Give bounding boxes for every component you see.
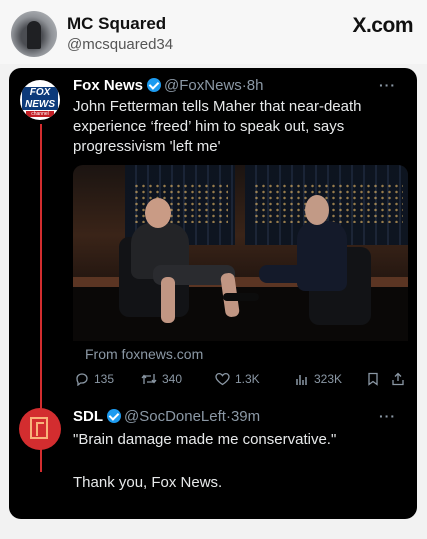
sdl-logo-icon (30, 417, 48, 439)
fox-news-avatar[interactable]: FOX NEWS channel (20, 80, 60, 120)
retweet-icon (141, 374, 157, 384)
site-label: X.com (352, 14, 413, 37)
reply-header: SDL @SocDoneLeft·39m ··· (73, 408, 408, 428)
reply-icon (76, 373, 88, 386)
author-handle[interactable]: @mcsquared34 (67, 36, 173, 53)
bookmark-icon (368, 372, 378, 386)
author-avatar[interactable] (11, 11, 57, 57)
tweet-media-image[interactable] (73, 165, 408, 341)
tweet-time[interactable]: 8h (247, 77, 264, 94)
verified-icon (147, 78, 162, 92)
like-count: 1.3K (235, 372, 260, 386)
reply-time[interactable]: 39m (231, 408, 260, 425)
post-header: MC Squared @mcsquared34 X.com (0, 0, 427, 64)
tweet-author-handle[interactable]: @FoxNews (164, 77, 242, 94)
more-icon[interactable]: ··· (379, 408, 396, 424)
tweet-text: John Fetterman tells Maher that near-dea… (73, 98, 362, 155)
tweet-header: Fox News @FoxNews·8h ··· (73, 77, 408, 97)
fox-logo-text: FOX (22, 87, 58, 99)
tweet-thread-card: FOX NEWS channel Fox News @FoxNews·8h ···… (9, 68, 417, 519)
news-logo-text: NEWS (22, 99, 58, 110)
tweet-author-name[interactable]: Fox News (73, 77, 143, 94)
reply-author-name[interactable]: SDL (73, 408, 103, 425)
like-icon (215, 372, 230, 386)
retweet-count: 340 (162, 372, 183, 386)
like-button[interactable]: 1.3K (215, 368, 260, 390)
views-icon (296, 375, 307, 385)
reply-text-line2: Thank you, Fox News. (73, 474, 223, 491)
sdl-avatar[interactable] (19, 408, 61, 450)
reply-author-handle[interactable]: @SocDoneLeft (124, 408, 226, 425)
retweet-button[interactable]: 340 (141, 368, 182, 390)
reply-button[interactable]: 135 (75, 368, 114, 390)
reply-text-line1: "Brain damage made me conservative." (73, 431, 337, 448)
share-icon (392, 372, 404, 386)
link-source[interactable]: From foxnews.com (73, 341, 408, 371)
verified-icon (107, 409, 121, 423)
more-icon[interactable]: ··· (379, 77, 396, 93)
tweet-actions: 135 340 1.3K 323K (73, 368, 408, 390)
views-button[interactable]: 323K (295, 368, 342, 390)
channel-logo-text: channel (26, 111, 54, 117)
reply-count: 135 (94, 372, 115, 386)
author-name[interactable]: MC Squared (67, 14, 166, 34)
views-count: 323K (314, 372, 343, 386)
share-button[interactable] (391, 368, 405, 390)
bookmark-button[interactable] (367, 368, 379, 390)
